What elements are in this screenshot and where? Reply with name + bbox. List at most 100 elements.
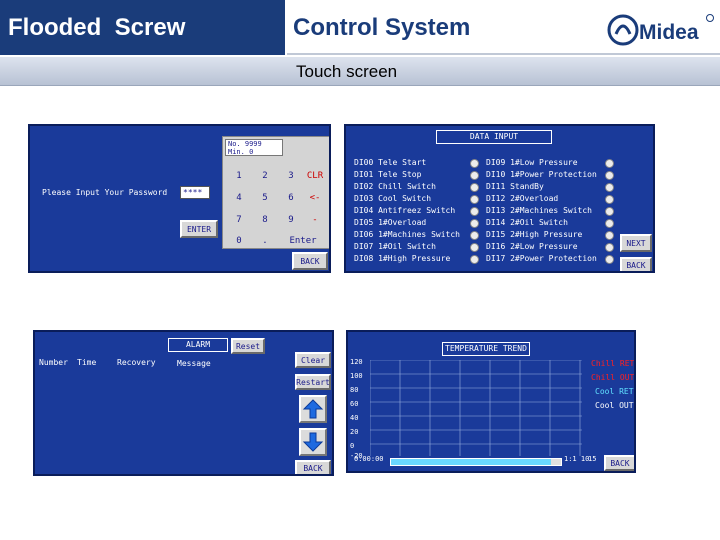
legend-chill-out: Chill OUT: [591, 373, 635, 382]
header-right-title: Control System: [293, 14, 471, 41]
di-row: DI16 2#Low Pressure: [486, 242, 578, 251]
status-led: [470, 231, 479, 240]
time-scrollbar[interactable]: [390, 458, 562, 466]
scroll-value: 15: [588, 455, 597, 463]
key-0[interactable]: 0: [225, 236, 253, 246]
restart-button[interactable]: Restart: [295, 374, 331, 390]
column-header-number: Number: [39, 358, 68, 367]
subtitle-bar: Touch screen: [0, 57, 720, 86]
status-led: [470, 255, 479, 264]
di-row: DI15 2#High Pressure: [486, 230, 583, 239]
trend-title: TEMPERATURE TREND: [442, 342, 530, 356]
subtitle-text: Touch screen: [296, 62, 398, 81]
scroll-down-button[interactable]: [299, 428, 327, 456]
status-led: [605, 171, 614, 180]
key-minus[interactable]: -: [301, 215, 329, 225]
data-input-title: DATA INPUT: [436, 130, 552, 144]
data-input-screen: DATA INPUT DI00 Tele Start DI01 Tele Sto…: [344, 124, 655, 273]
clear-button[interactable]: Clear: [295, 352, 331, 368]
y-tick-label: 120: [350, 358, 363, 366]
status-led: [470, 183, 479, 192]
status-led: [605, 243, 614, 252]
reset-button[interactable]: Reset: [231, 338, 265, 354]
status-led: [470, 207, 479, 216]
key-4[interactable]: 4: [225, 193, 253, 203]
logo-text: Midea: [639, 21, 699, 44]
key-8[interactable]: 8: [251, 215, 279, 225]
status-led: [605, 231, 614, 240]
y-tick-label: 0: [350, 442, 355, 450]
legend-chill-ret: Chill RET: [591, 359, 635, 368]
scrollbar-thumb[interactable]: [551, 459, 561, 465]
di-row: DI00 Tele Start: [354, 158, 427, 167]
column-header-message: Message: [177, 359, 211, 368]
keypad-min: Min. 0: [228, 148, 254, 156]
x-end-label: 1:1 10: [564, 455, 590, 463]
midea-logo: Midea: [607, 14, 714, 46]
status-led: [605, 255, 614, 264]
keypad-display: No. 9999 Min. 0: [225, 139, 283, 156]
password-prompt: Please Input Your Password: [42, 188, 168, 197]
status-led: [605, 183, 614, 192]
di-row: DI11 StandBy: [486, 182, 544, 191]
key-backspace[interactable]: <-: [301, 193, 329, 203]
key-dot[interactable]: .: [251, 236, 279, 246]
di-row: DI08 1#High Pressure: [354, 254, 451, 263]
di-row: DI09 1#Low Pressure: [486, 158, 578, 167]
arrow-down-icon: [302, 432, 324, 452]
temperature-trend-screen: TEMPERATURE TREND 120 100 80 60 40 20 0 …: [346, 330, 636, 473]
scroll-up-button[interactable]: [299, 395, 327, 423]
y-tick-label: 100: [350, 372, 363, 380]
status-led: [605, 207, 614, 216]
key-5[interactable]: 5: [251, 193, 279, 203]
key-1[interactable]: 1: [225, 171, 253, 181]
key-clear[interactable]: CLR: [301, 171, 329, 181]
y-tick-label: 80: [350, 386, 359, 394]
trend-grid: [370, 360, 582, 456]
di-row: DI14 2#Oil Switch: [486, 218, 568, 227]
status-led: [605, 159, 614, 168]
key-7[interactable]: 7: [225, 215, 253, 225]
y-tick-label: 40: [350, 414, 359, 422]
back-button[interactable]: BACK: [292, 252, 328, 270]
status-led: [470, 219, 479, 228]
key-enter[interactable]: Enter: [281, 236, 325, 246]
back-button[interactable]: BACK: [295, 460, 331, 474]
di-row: DI02 Chill Switch: [354, 182, 436, 191]
x-start-label: 0:00:00: [354, 455, 384, 463]
di-row: DI13 2#Machines Switch: [486, 206, 592, 215]
alarm-title: ALARM: [168, 338, 228, 352]
back-button[interactable]: BACK: [604, 455, 634, 471]
header-left-title: Flooded Screw: [8, 14, 186, 41]
di-row: DI03 Cool Switch: [354, 194, 432, 203]
y-tick-label: 20: [350, 428, 359, 436]
y-tick-label: 60: [350, 400, 359, 408]
di-row: DI07 1#Oil Switch: [354, 242, 436, 251]
alarm-screen: ALARM Reset Number Time Recovery Message…: [33, 330, 334, 476]
column-header-time: Time: [77, 358, 97, 367]
di-row: DI17 2#Power Protection: [486, 254, 597, 263]
di-row: DI12 2#Overload: [486, 194, 559, 203]
status-led: [605, 195, 614, 204]
header-left: Flooded Screw: [0, 0, 285, 55]
di-row: DI04 Antifreez Switch: [354, 206, 456, 215]
di-row: DI01 Tele Stop: [354, 170, 422, 179]
column-header-recovery: Recovery: [117, 358, 156, 367]
status-led: [470, 171, 479, 180]
back-button[interactable]: BACK: [620, 257, 652, 271]
status-led: [470, 195, 479, 204]
keypad-max: No. 9999: [228, 140, 262, 148]
status-led: [605, 219, 614, 228]
password-screen: Please Input Your Password **** ENTER BA…: [28, 124, 331, 273]
numeric-keypad: No. 9999 Min. 0 1 2 3 CLR 4 5 6 <- 7 8 9…: [222, 136, 329, 249]
legend-cool-ret: Cool RET: [595, 387, 634, 396]
di-row: DI05 1#Overload: [354, 218, 427, 227]
di-row: DI06 1#Machines Switch: [354, 230, 460, 239]
legend-cool-out: Cool OUT: [595, 401, 634, 410]
status-led: [470, 243, 479, 252]
password-input[interactable]: ****: [180, 186, 210, 199]
next-button[interactable]: NEXT: [620, 234, 652, 252]
key-2[interactable]: 2: [251, 171, 279, 181]
enter-button[interactable]: ENTER: [180, 220, 218, 238]
di-row: DI10 1#Power Protection: [486, 170, 597, 179]
